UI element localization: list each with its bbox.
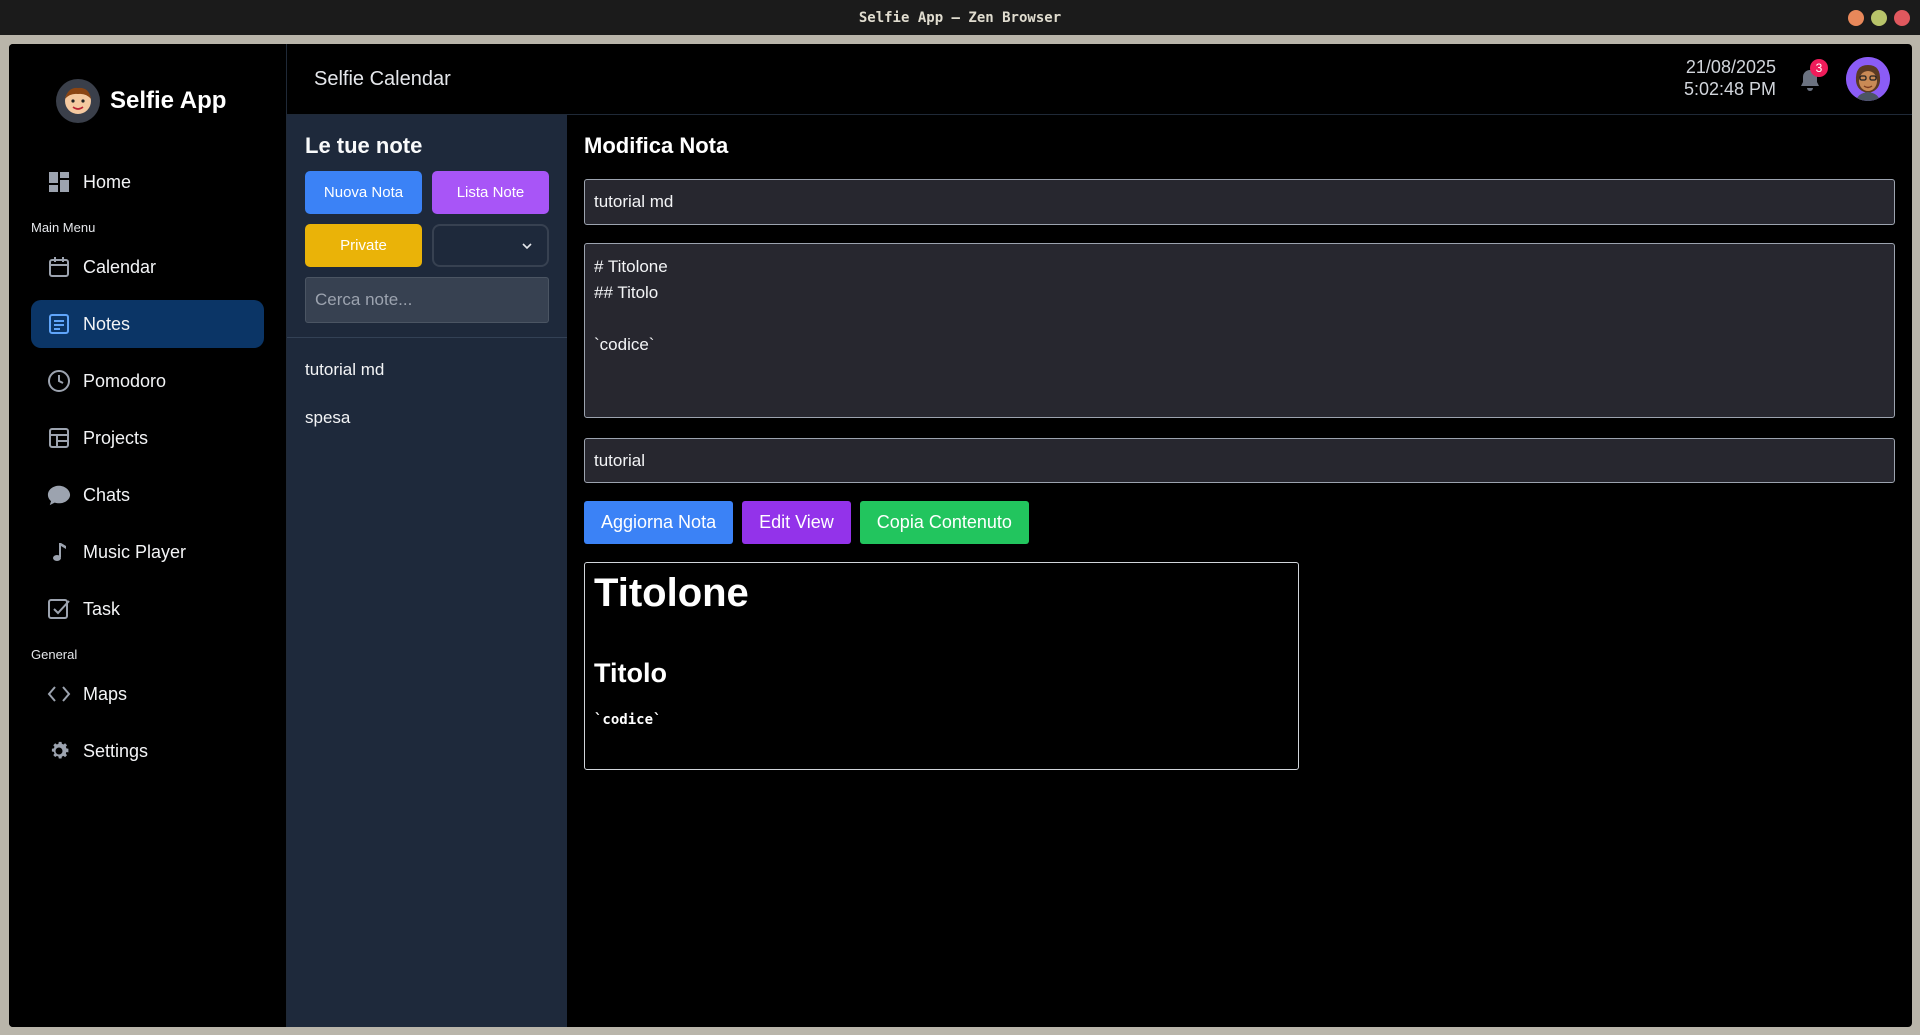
sidebar-item-maps[interactable]: Maps (31, 670, 264, 718)
sidebar-item-task[interactable]: Task (31, 585, 264, 633)
notes-panel-title: Le tue note (305, 133, 423, 158)
notes-button-row: Nuova Nota Lista Note (305, 171, 549, 214)
sidebar-item-calendar[interactable]: Calendar (31, 243, 264, 291)
preview-code: `codice` (594, 712, 662, 728)
code-brackets-icon (47, 682, 71, 706)
clock-icon (47, 369, 71, 393)
grid-icon (47, 426, 71, 450)
edit-view-button[interactable]: Edit View (742, 501, 851, 544)
current-time: 5:02:48 PM (1683, 79, 1776, 99)
sidebar-item-label: Music Player (83, 541, 187, 562)
note-title-input[interactable]: tutorial md (584, 179, 1895, 225)
notes-filter-row: Private (305, 224, 549, 267)
datetime-display: 21/08/2025 5:02:48 PM (1684, 56, 1776, 100)
sidebar-item-pomodoro[interactable]: Pomodoro (31, 357, 264, 405)
app-name: Selfie App (110, 87, 227, 114)
nav-section-main-menu: Main Menu (31, 220, 96, 235)
content-area: Le tue note Nuova Nota Lista Note Privat… (287, 115, 1912, 1027)
window-titlebar: Selfie App — Zen Browser (0, 0, 1920, 35)
close-window-button[interactable] (1894, 10, 1910, 26)
app-container: Selfie App Home Main Menu Calendar Notes (9, 44, 1912, 1027)
notes-panel: Le tue note Nuova Nota Lista Note Privat… (287, 115, 567, 1027)
copy-content-button[interactable]: Copia Contenuto (859, 501, 1029, 544)
note-list: tutorial md spesa (287, 338, 567, 442)
sidebar-item-label: Chats (83, 484, 131, 505)
calendar-icon (47, 255, 71, 279)
editor-heading: Modifica Nota (584, 133, 729, 158)
sidebar-item-notes[interactable]: Notes (31, 300, 264, 348)
dashboard-icon (47, 170, 71, 194)
search-notes-input[interactable] (305, 277, 549, 323)
note-editor: Modifica Nota tutorial md # Titolone ## … (567, 115, 1912, 1027)
notification-badge: 3 (1810, 59, 1828, 77)
window-controls (1848, 10, 1910, 26)
preview-heading-2: Titolo (594, 658, 667, 688)
minimize-window-button[interactable] (1848, 10, 1864, 26)
app-logo-icon (56, 79, 100, 123)
sidebar-item-home[interactable]: Home (31, 158, 264, 206)
page-title: Selfie Calendar (314, 67, 451, 90)
sidebar-item-projects[interactable]: Projects (31, 414, 264, 462)
sidebar-item-music-player[interactable]: Music Player (31, 528, 264, 576)
sidebar-item-label: Maps (83, 683, 128, 704)
sidebar-item-label: Settings (83, 740, 149, 761)
sidebar: Selfie App Home Main Menu Calendar Notes (9, 44, 287, 1027)
markdown-preview: Titolone Titolo `codice` (584, 562, 1299, 770)
sidebar-item-label: Home (83, 171, 132, 192)
main-area: Selfie Calendar 21/08/2025 5:02:48 PM 3 (287, 44, 1912, 1027)
chat-bubble-icon (47, 483, 71, 507)
maximize-window-button[interactable] (1871, 10, 1887, 26)
chevron-down-icon (521, 237, 533, 255)
list-item[interactable]: tutorial md (287, 346, 567, 394)
sidebar-item-label: Projects (83, 427, 149, 448)
list-item[interactable]: spesa (287, 394, 567, 442)
sort-select[interactable] (432, 224, 549, 267)
nav-section-general: General (31, 647, 78, 662)
sidebar-item-chats[interactable]: Chats (31, 471, 264, 519)
brand[interactable]: Selfie App (31, 44, 264, 158)
sidebar-item-label: Pomodoro (83, 370, 167, 391)
sidebar-item-label: Task (83, 598, 121, 619)
topbar: Selfie Calendar 21/08/2025 5:02:48 PM 3 (287, 44, 1912, 115)
new-note-button[interactable]: Nuova Nota (305, 171, 422, 214)
sidebar-item-label: Calendar (83, 256, 157, 277)
window-title: Selfie App — Zen Browser (858, 9, 1062, 26)
preview-heading-1: Titolone (594, 571, 749, 615)
sidebar-item-label: Notes (83, 313, 131, 334)
user-avatar[interactable] (1846, 57, 1890, 101)
editor-actions: Aggiorna Nota Edit View Copia Contenuto (584, 501, 1895, 544)
gear-icon (47, 739, 71, 763)
notes-panel-header: Le tue note Nuova Nota Lista Note Privat… (287, 115, 567, 338)
music-note-icon (47, 540, 71, 564)
note-body-textarea[interactable]: # Titolone ## Titolo `codice` (584, 243, 1895, 418)
private-button[interactable]: Private (305, 224, 422, 267)
notes-icon (47, 312, 71, 336)
note-tag-input[interactable]: tutorial (584, 438, 1895, 483)
list-notes-button[interactable]: Lista Note (432, 171, 549, 214)
checkbox-icon (47, 597, 71, 621)
sidebar-item-settings[interactable]: Settings (31, 727, 264, 775)
current-date: 21/08/2025 (1685, 57, 1776, 77)
update-note-button[interactable]: Aggiorna Nota (584, 501, 734, 544)
